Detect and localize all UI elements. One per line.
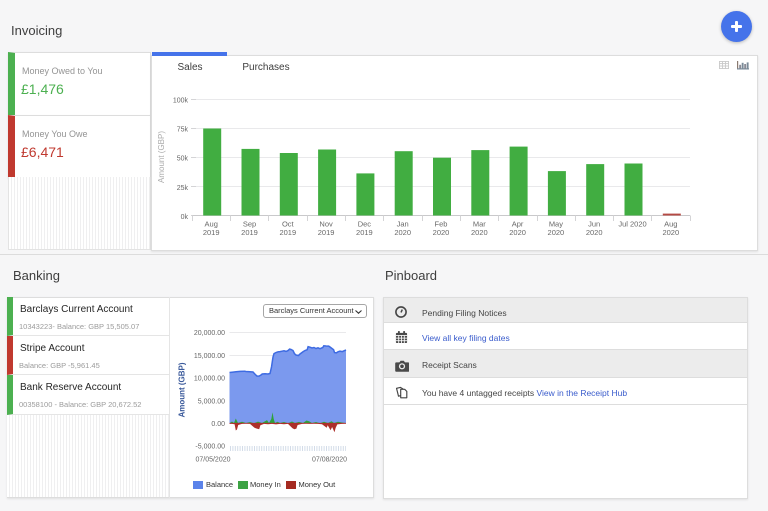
svg-text:100k: 100k — [173, 97, 189, 104]
svg-text:2020: 2020 — [548, 228, 565, 237]
svg-text:-5,000.00: -5,000.00 — [195, 444, 225, 451]
svg-text:50k: 50k — [177, 156, 189, 163]
svg-text:2020: 2020 — [394, 228, 411, 237]
svg-text:2020: 2020 — [662, 228, 679, 237]
svg-text:2020: 2020 — [433, 228, 450, 237]
svg-text:2019: 2019 — [356, 228, 373, 237]
svg-text:15,000.00: 15,000.00 — [194, 353, 225, 360]
svg-text:5,000.00: 5,000.00 — [198, 398, 225, 405]
svg-text:2020: 2020 — [586, 228, 603, 237]
svg-text:07/08/2020: 07/08/2020 — [312, 457, 347, 464]
svg-text:10,000.00: 10,000.00 — [194, 376, 225, 383]
svg-text:25k: 25k — [177, 185, 189, 192]
svg-text:Jul 2020: Jul 2020 — [618, 219, 646, 228]
svg-text:2019: 2019 — [203, 228, 220, 237]
svg-text:75k: 75k — [177, 127, 189, 134]
svg-text:2020: 2020 — [509, 228, 526, 237]
svg-text:2020: 2020 — [471, 228, 488, 237]
svg-text:20,000.00: 20,000.00 — [194, 330, 225, 337]
svg-text:Amount (GBP): Amount (GBP) — [178, 362, 187, 417]
svg-text:0k: 0k — [181, 214, 189, 221]
svg-text:2019: 2019 — [279, 228, 296, 237]
svg-text:0.00: 0.00 — [211, 421, 225, 428]
svg-text:07/05/2020: 07/05/2020 — [195, 457, 230, 464]
svg-text:2019: 2019 — [241, 228, 258, 237]
svg-text:Amount (GBP): Amount (GBP) — [157, 131, 166, 183]
svg-text:2019: 2019 — [318, 228, 335, 237]
